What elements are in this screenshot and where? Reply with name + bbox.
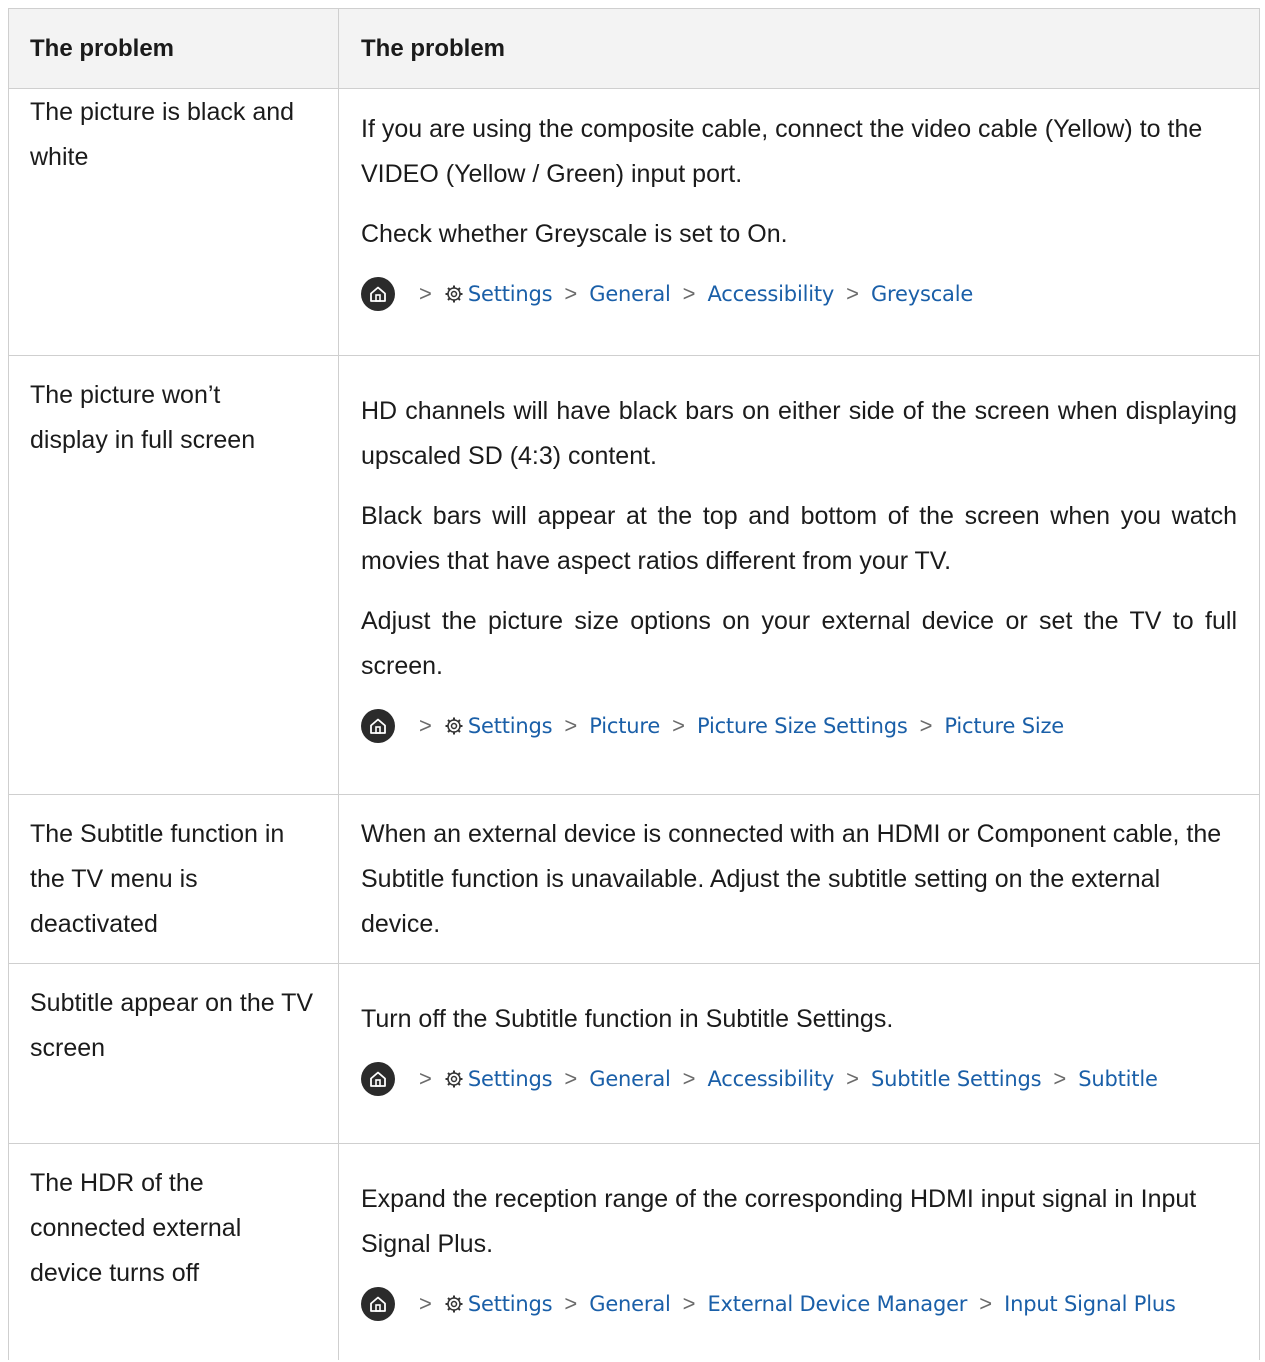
solution-paragraph: If you are using the composite cable, co…	[361, 115, 1203, 188]
chevron-right-icon: >	[419, 713, 432, 738]
solution-paragraph: Black bars will appear at the top and bo…	[361, 502, 1237, 575]
menu-path: > Settings > General > Accessibility > S…	[361, 1057, 1237, 1101]
problem-text: The HDR of the connected external device…	[30, 1169, 242, 1287]
gear-icon	[444, 1069, 464, 1089]
menu-path-greyscale[interactable]: Greyscale	[871, 282, 973, 306]
home-icon[interactable]	[361, 709, 395, 743]
home-icon[interactable]	[361, 277, 395, 311]
solution-cell: HD channels will have black bars on eith…	[339, 356, 1259, 794]
chevron-right-icon: >	[564, 281, 578, 306]
menu-path-settings[interactable]: Settings	[468, 1067, 553, 1091]
chevron-right-icon: >	[419, 281, 432, 306]
solution-cell: Turn off the Subtitle function in Subtit…	[339, 964, 1259, 1143]
table-row: The picture is black and white If you ar…	[9, 89, 1259, 356]
chevron-right-icon: >	[564, 713, 578, 738]
menu-path-picture-size-settings[interactable]: Picture Size Settings	[697, 714, 908, 738]
menu-path-input-signal-plus[interactable]: Input Signal Plus	[1004, 1292, 1176, 1316]
header-cell-solution: The problem	[361, 35, 506, 62]
solution-cell: When an external device is connected wit…	[339, 795, 1259, 963]
menu-path: > Settings > General > Accessibility > G…	[361, 272, 1237, 316]
menu-path-subtitle[interactable]: Subtitle	[1078, 1067, 1158, 1091]
menu-path-picture-size[interactable]: Picture Size	[944, 714, 1064, 738]
menu-path-external-device-manager[interactable]: External Device Manager	[707, 1292, 967, 1316]
menu-path-picture[interactable]: Picture	[589, 714, 660, 738]
chevron-right-icon: >	[682, 1066, 696, 1091]
home-icon[interactable]	[361, 1287, 395, 1321]
table-row: The HDR of the connected external device…	[9, 1144, 1259, 1360]
solution-paragraph: Expand the reception range of the corres…	[361, 1185, 1197, 1258]
solution-paragraph: When an external device is connected wit…	[361, 820, 1222, 938]
table-row: Subtitle appear on the TV screen Turn of…	[9, 964, 1259, 1144]
solution-paragraph: Turn off the Subtitle function in Subtit…	[361, 1005, 894, 1033]
problem-cell: The picture won’t display in full screen	[9, 356, 339, 794]
menu-path-settings[interactable]: Settings	[468, 714, 553, 738]
home-icon[interactable]	[361, 1062, 395, 1096]
problem-cell: The picture is black and white	[9, 89, 339, 355]
menu-path: > Settings > General > External Device M…	[361, 1282, 1237, 1326]
solution-cell: Expand the reception range of the corres…	[339, 1144, 1259, 1360]
chevron-right-icon: >	[682, 281, 696, 306]
menu-path-general[interactable]: General	[589, 282, 671, 306]
gear-icon	[444, 716, 464, 736]
chevron-right-icon: >	[682, 1291, 696, 1316]
chevron-right-icon: >	[846, 281, 859, 306]
chevron-right-icon: >	[564, 1066, 578, 1091]
problem-text: The Subtitle function in the TV menu is …	[30, 820, 285, 938]
menu-path-subtitle-settings[interactable]: Subtitle Settings	[871, 1067, 1042, 1091]
chevron-right-icon: >	[672, 713, 685, 738]
problem-cell: The Subtitle function in the TV menu is …	[9, 795, 339, 963]
gear-icon	[444, 1294, 464, 1314]
menu-path-accessibility[interactable]: Accessibility	[707, 1067, 834, 1091]
problem-cell: Subtitle appear on the TV screen	[9, 964, 339, 1143]
table-header-row: The problem The problem	[9, 9, 1259, 89]
menu-path-accessibility[interactable]: Accessibility	[707, 282, 834, 306]
solution-paragraph: Check whether Greyscale is set to On.	[361, 220, 788, 248]
problem-text: Subtitle appear on the TV screen	[30, 989, 314, 1062]
troubleshooting-table: The problem The problem The picture is b…	[8, 8, 1260, 1360]
menu-path-general[interactable]: General	[589, 1067, 671, 1091]
problem-cell: The HDR of the connected external device…	[9, 1144, 339, 1360]
menu-path-settings[interactable]: Settings	[468, 1292, 553, 1316]
chevron-right-icon: >	[846, 1066, 859, 1091]
chevron-right-icon: >	[1053, 1066, 1067, 1091]
solution-paragraph: HD channels will have black bars on eith…	[361, 397, 1237, 470]
chevron-right-icon: >	[564, 1291, 578, 1316]
solution-paragraph: Adjust the picture size options on your …	[361, 607, 1237, 680]
chevron-right-icon: >	[919, 713, 933, 738]
menu-path: > Settings > Picture > Picture Size Sett…	[361, 704, 1237, 748]
menu-path-settings[interactable]: Settings	[468, 282, 553, 306]
chevron-right-icon: >	[419, 1291, 432, 1316]
chevron-right-icon: >	[419, 1066, 432, 1091]
problem-text: The picture won’t display in full screen	[30, 381, 256, 454]
table-row: The picture won’t display in full screen…	[9, 356, 1259, 795]
menu-path-general[interactable]: General	[589, 1292, 671, 1316]
chevron-right-icon: >	[979, 1291, 993, 1316]
solution-cell: If you are using the composite cable, co…	[339, 89, 1259, 355]
table-row: The Subtitle function in the TV menu is …	[9, 795, 1259, 964]
header-cell-problem: The problem	[9, 9, 339, 88]
gear-icon	[444, 284, 464, 304]
problem-text: The picture is black and white	[30, 98, 295, 171]
